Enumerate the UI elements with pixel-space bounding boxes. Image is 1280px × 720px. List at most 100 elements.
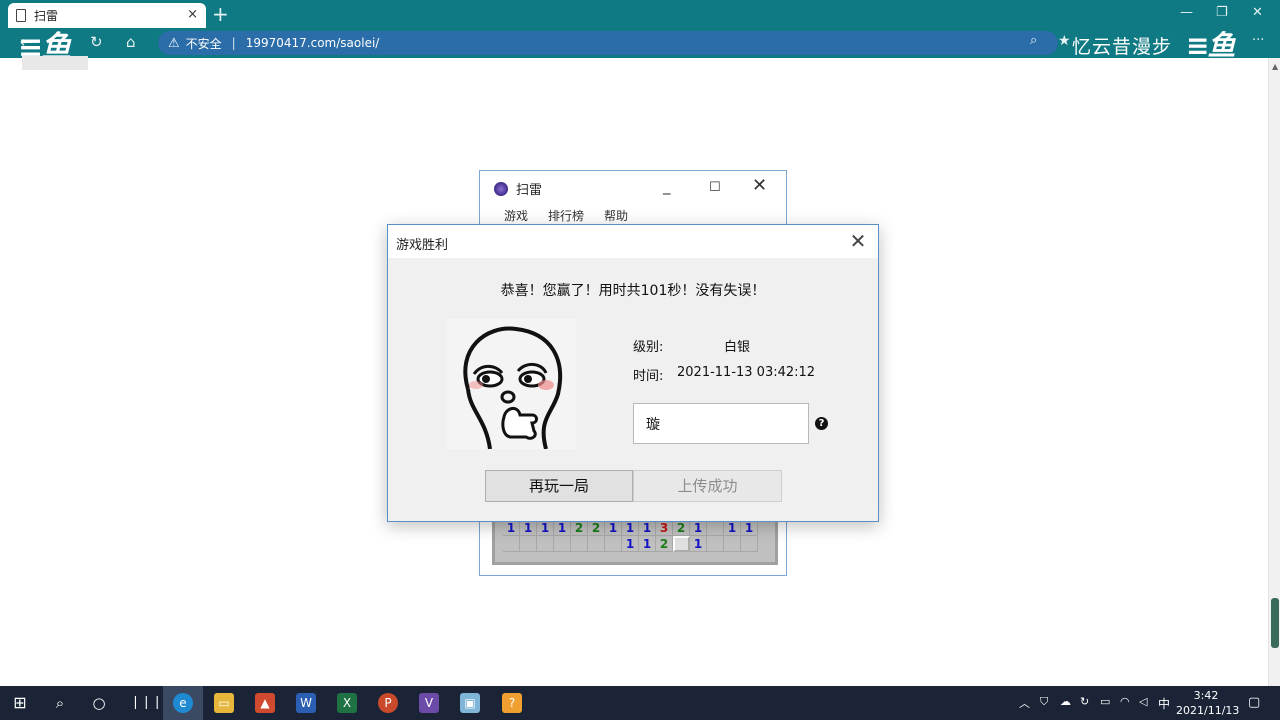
mine-minimize-icon[interactable]: _ [663,177,671,195]
matlab-icon[interactable]: ▲ [255,693,275,713]
favorite-star-icon[interactable]: ★ [1058,33,1071,49]
victory-dialog: 游戏胜利 ✕ 恭喜！您赢了！用时共101秒！没有失误！ 级别: 白银 时间: 2… [387,224,879,522]
time-value: 2021-11-13 03:42:12 [677,365,816,380]
tray-expand-icon[interactable]: ︿ [1019,695,1030,711]
page-scrollbar[interactable]: ▲ [1268,58,1280,686]
powerpoint-icon[interactable]: P [378,693,398,713]
help-icon[interactable]: ? [815,417,828,430]
mine-cell[interactable]: 1 [537,520,554,536]
victory-message: 恭喜！您赢了！用时共101秒！没有失误！ [500,283,766,299]
address-bar[interactable]: ⚠ 不安全 | 19970417.com/saolei/ [158,31,1058,55]
mine-cell[interactable]: 2 [588,520,605,536]
mine-cell[interactable] [588,536,605,552]
mine-maximize-icon[interactable]: ☐ [709,180,721,195]
window-close-icon[interactable]: ✕ [1252,5,1263,20]
more-options-icon[interactable]: ··· [1252,33,1264,48]
player-name-input[interactable] [633,403,809,444]
tab-close-icon[interactable]: × [187,7,198,22]
new-tab-button[interactable]: + [212,2,229,26]
cortana-icon[interactable]: ○ [89,693,109,713]
mine-cell[interactable] [673,536,690,552]
mine-cell[interactable]: 1 [690,536,707,552]
mine-cell[interactable] [520,536,537,552]
clock-time: 3:42 [1193,689,1219,702]
mine-cell[interactable] [605,536,622,552]
mine-close-icon[interactable]: ✕ [752,175,767,196]
mine-cell[interactable]: 1 [724,520,741,536]
mine-cell[interactable] [537,536,554,552]
douyu-logo-right: ≡鱼 [1186,29,1235,62]
menu-leaderboard[interactable]: 排行榜 [548,207,584,224]
minesweeper-title: 扫雷 [494,179,542,198]
mine-cell[interactable] [724,536,741,552]
security-label: 不安全 [185,36,222,51]
mine-cell[interactable] [707,536,724,552]
volume-icon[interactable]: ◁ [1139,695,1147,708]
remote-desktop-icon[interactable]: ▣ [460,693,480,713]
battery-icon[interactable]: ▭ [1100,695,1110,708]
url-text: 19970417.com/saolei/ [245,36,380,50]
system-clock[interactable]: 3:42 2021/11/13 [1176,688,1240,718]
refresh-icon[interactable]: ↻ [90,33,103,51]
zoom-icon[interactable]: ⌕ [1030,33,1037,48]
mine-cell[interactable]: 1 [741,520,758,536]
document-icon [16,9,26,22]
address-separator: | [231,36,236,50]
douyu-logo-left: ≡鱼 [18,30,71,65]
mine-cell[interactable]: 2 [656,536,673,552]
meme-avatar-image [446,319,576,450]
mine-cell[interactable] [741,536,758,552]
menu-help[interactable]: 帮助 [604,207,628,224]
mine-cell[interactable] [571,536,588,552]
mine-cell[interactable]: 2 [673,520,690,536]
home-icon[interactable]: ⌂ [126,33,136,51]
dialog-close-icon[interactable]: ✕ [846,229,870,253]
task-view-icon[interactable]: ❘❘❘ [130,693,163,713]
wifi-icon[interactable]: ◠ [1120,695,1130,708]
mine-grid[interactable]: 111122111321111121 [503,520,769,552]
file-explorer-icon[interactable]: ▭ [214,693,234,713]
minesweeper-taskbar-icon[interactable]: ? [502,693,522,713]
visual-studio-icon[interactable]: V [419,693,439,713]
word-icon[interactable]: W [296,693,316,713]
level-value: 白银 [724,340,751,355]
update-icon[interactable]: ↻ [1080,695,1089,708]
onedrive-icon[interactable]: ☁ [1060,695,1071,708]
mine-cell[interactable] [554,536,571,552]
level-label: 级别: [633,340,664,355]
mine-cell[interactable]: 1 [520,520,537,536]
time-label: 时间: [633,369,664,384]
scrollbar-thumb[interactable] [1271,598,1279,648]
mine-cell[interactable]: 1 [503,520,520,536]
minimize-icon[interactable]: — [1180,5,1193,20]
mine-cell[interactable]: 1 [605,520,622,536]
mine-cell[interactable]: 1 [622,520,639,536]
restore-icon[interactable]: ❐ [1216,5,1228,20]
menu-game[interactable]: 游戏 [504,207,528,224]
clock-date: 2021/11/13 [1176,704,1240,717]
stream-overlay-text: 忆云昔漫步 [1072,36,1173,58]
mine-cell[interactable]: 2 [571,520,588,536]
browser-tab-bar: 扫雷 × + — ❐ ✕ [0,0,1280,28]
mine-cell[interactable]: 1 [690,520,707,536]
mine-cell[interactable]: 3 [656,520,673,536]
mine-cell[interactable] [503,536,520,552]
defender-icon[interactable]: ⛉ [1040,695,1048,709]
scroll-up-icon[interactable]: ▲ [1272,62,1278,71]
play-again-button[interactable]: 再玩一局 [485,470,633,502]
mine-cell[interactable]: 1 [622,536,639,552]
mine-cell[interactable] [707,520,724,536]
mine-cell[interactable]: 1 [639,520,656,536]
edge-browser-icon[interactable]: e [173,693,193,713]
mine-cell[interactable]: 1 [639,536,656,552]
mine-app-icon [494,181,508,196]
notification-icon[interactable]: ▢ [1248,695,1260,710]
search-icon[interactable]: ⌕ [50,693,70,713]
warning-icon: ⚠ [168,35,180,51]
excel-icon[interactable]: X [337,693,357,713]
windows-start-icon[interactable]: ⊞ [10,693,30,713]
mine-cell[interactable]: 1 [554,520,571,536]
input-method-indicator[interactable]: 中 [1158,695,1170,712]
dialog-title: 游戏胜利 [396,238,449,253]
upload-success-button[interactable]: 上传成功 [633,470,782,502]
